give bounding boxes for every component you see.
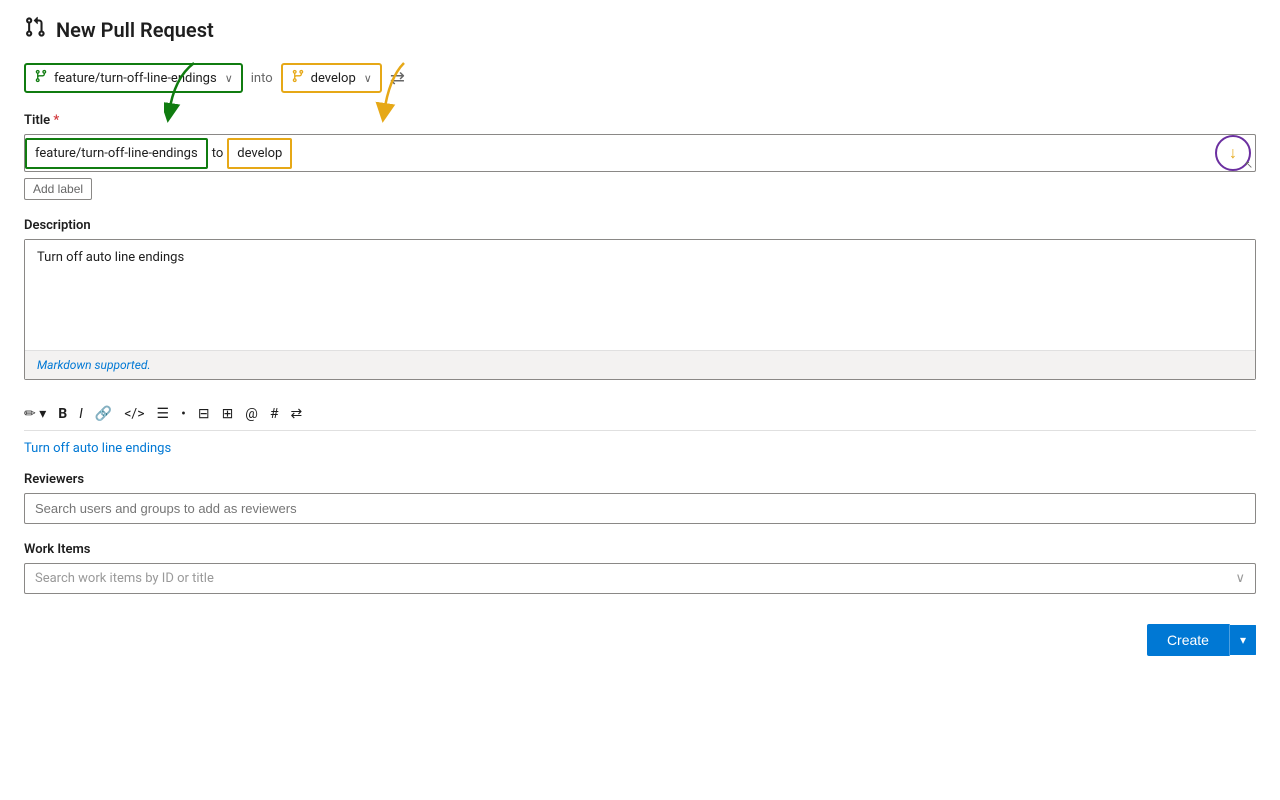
description-section: Description Turn off auto line endings M… — [24, 218, 1256, 380]
work-items-placeholder: Search work items by ID or title — [35, 571, 214, 586]
toolbar-table[interactable]: ⊞ — [222, 406, 234, 422]
swap-branches-icon[interactable]: ⇄ — [390, 68, 405, 89]
editor-toolbar: ✏ ▾ B I 🔗 </> ☰ • ⊟ ⊞ @ # ⇄ — [24, 398, 1256, 431]
target-branch-dropdown[interactable]: ∨ — [364, 72, 372, 85]
toolbar-link[interactable]: 🔗 — [95, 406, 112, 422]
title-source-part: feature/turn-off-line-endings — [25, 138, 208, 169]
toolbar-hashtag[interactable]: # — [270, 406, 279, 422]
markdown-hint: Markdown supported. — [37, 358, 151, 372]
page-title: New Pull Request — [56, 18, 214, 42]
into-label: into — [251, 71, 273, 86]
toolbar-task-list[interactable]: ⊟ — [198, 406, 210, 422]
source-branch-name: feature/turn-off-line-endings — [54, 71, 217, 86]
create-dropdown-icon: ▾ — [1240, 633, 1246, 647]
toolbar-code[interactable]: </> — [124, 406, 144, 422]
title-section: Title * feature/turn-off-line-endings to… — [24, 113, 1256, 200]
create-button[interactable]: Create — [1147, 624, 1230, 656]
toolbar-mention[interactable]: @ — [245, 406, 258, 422]
reviewers-label: Reviewers — [24, 472, 1256, 487]
branch-row: feature/turn-off-line-endings ∨ into dev… — [24, 63, 1256, 93]
title-action-button[interactable]: ↓ ↖ — [1215, 135, 1251, 171]
footer-row: Create ▾ — [24, 624, 1256, 656]
toolbar-format-icon[interactable]: ✏ ▾ — [24, 406, 46, 422]
arrow-down-icon: ↓ — [1229, 143, 1237, 163]
diff-link[interactable]: Turn off auto line endings — [24, 441, 1256, 456]
description-label: Description — [24, 218, 1256, 233]
page-header: New Pull Request — [24, 16, 1256, 43]
create-dropdown-button[interactable]: ▾ — [1230, 625, 1256, 655]
description-content[interactable]: Turn off auto line endings — [25, 240, 1255, 350]
toolbar-unordered-list[interactable]: • — [181, 406, 186, 422]
cursor-indicator: ↖ — [1245, 160, 1253, 171]
title-label: Title * — [24, 113, 1256, 128]
reviewers-section: Reviewers — [24, 472, 1256, 524]
title-input[interactable] — [292, 140, 1215, 167]
target-branch-selector[interactable]: develop ∨ — [281, 63, 382, 93]
target-branch-icon — [291, 69, 305, 87]
source-branch-icon — [34, 69, 48, 87]
toolbar-ordered-list[interactable]: ☰ — [157, 406, 170, 422]
source-branch-dropdown[interactable]: ∨ — [225, 72, 233, 85]
description-box: Turn off auto line endings Markdown supp… — [24, 239, 1256, 380]
required-marker: * — [53, 113, 59, 128]
source-branch-selector[interactable]: feature/turn-off-line-endings ∨ — [24, 63, 243, 93]
toolbar-bold[interactable]: B — [58, 406, 67, 422]
work-items-label: Work Items — [24, 542, 1256, 557]
work-items-section: Work Items Search work items by ID or ti… — [24, 542, 1256, 594]
create-button-group: Create ▾ — [1147, 624, 1256, 656]
description-footer: Markdown supported. — [25, 350, 1255, 379]
title-target-part: develop — [227, 138, 292, 169]
toolbar-pr-ref[interactable]: ⇄ — [291, 406, 303, 422]
pr-icon — [24, 16, 46, 43]
work-items-dropdown[interactable]: Search work items by ID or title ∨ — [24, 563, 1256, 594]
target-branch-name: develop — [311, 71, 356, 86]
add-label-button[interactable]: Add label — [24, 178, 92, 200]
title-to-text: to — [208, 140, 228, 167]
reviewers-search-input[interactable] — [24, 493, 1256, 524]
work-items-chevron: ∨ — [1235, 571, 1245, 586]
toolbar-italic[interactable]: I — [79, 406, 83, 422]
